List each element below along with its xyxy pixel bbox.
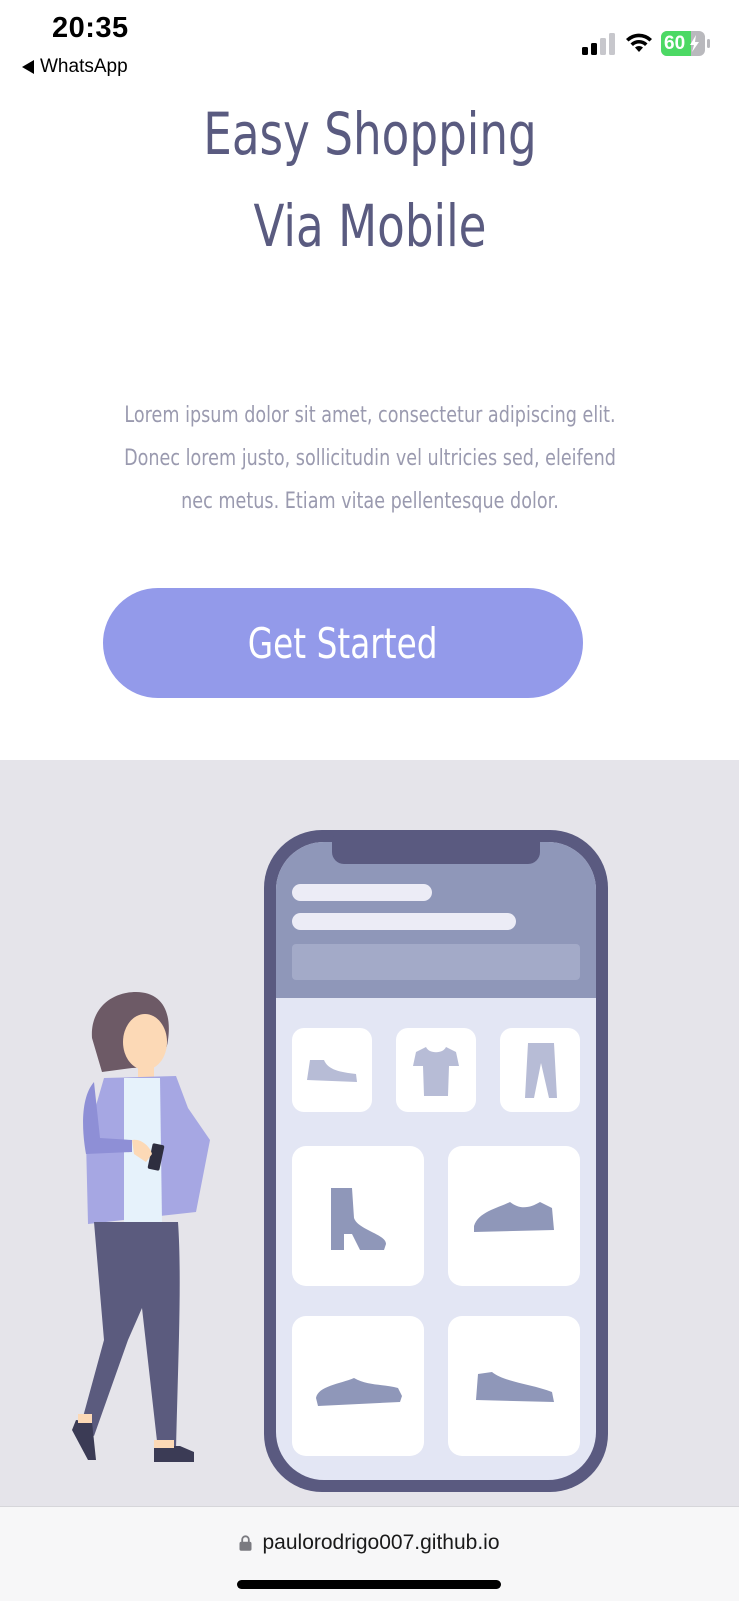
product-card-pants bbox=[500, 1028, 580, 1112]
product-card-sneaker-2 bbox=[292, 1316, 424, 1456]
product-card-sneaker bbox=[448, 1146, 580, 1286]
product-card-tshirt bbox=[396, 1028, 476, 1112]
back-to-app-link[interactable]: WhatsApp bbox=[22, 56, 128, 78]
product-card-boot bbox=[292, 1146, 424, 1286]
status-bar: 20:35 WhatsApp 60 bbox=[0, 0, 739, 90]
home-indicator[interactable] bbox=[237, 1580, 501, 1589]
wifi-icon bbox=[626, 33, 652, 52]
back-app-label: WhatsApp bbox=[40, 56, 128, 77]
get-started-label: Get Started bbox=[248, 618, 438, 668]
url-field[interactable]: paulorodrigo007.github.io bbox=[0, 1531, 739, 1555]
battery-level: 60 bbox=[664, 33, 686, 54]
hero-description: Lorem ipsum dolor sit amet, consectetur … bbox=[124, 403, 616, 514]
page-title: Easy Shopping Via Mobile bbox=[203, 100, 537, 260]
product-card-shoe bbox=[292, 1028, 372, 1112]
back-arrow-icon bbox=[22, 60, 34, 74]
status-time: 20:35 bbox=[52, 12, 129, 44]
shopping-illustration bbox=[72, 830, 608, 1492]
lock-icon bbox=[239, 1535, 252, 1551]
cellular-signal-icon bbox=[582, 33, 615, 55]
hero-illustration bbox=[0, 760, 739, 1506]
browser-address-bar[interactable]: paulorodrigo007.github.io bbox=[0, 1506, 739, 1601]
url-text: paulorodrigo007.github.io bbox=[262, 1531, 500, 1554]
woman-figure bbox=[72, 992, 210, 1462]
get-started-button[interactable]: Get Started bbox=[103, 588, 583, 698]
product-card-sneaker-3 bbox=[448, 1316, 580, 1456]
